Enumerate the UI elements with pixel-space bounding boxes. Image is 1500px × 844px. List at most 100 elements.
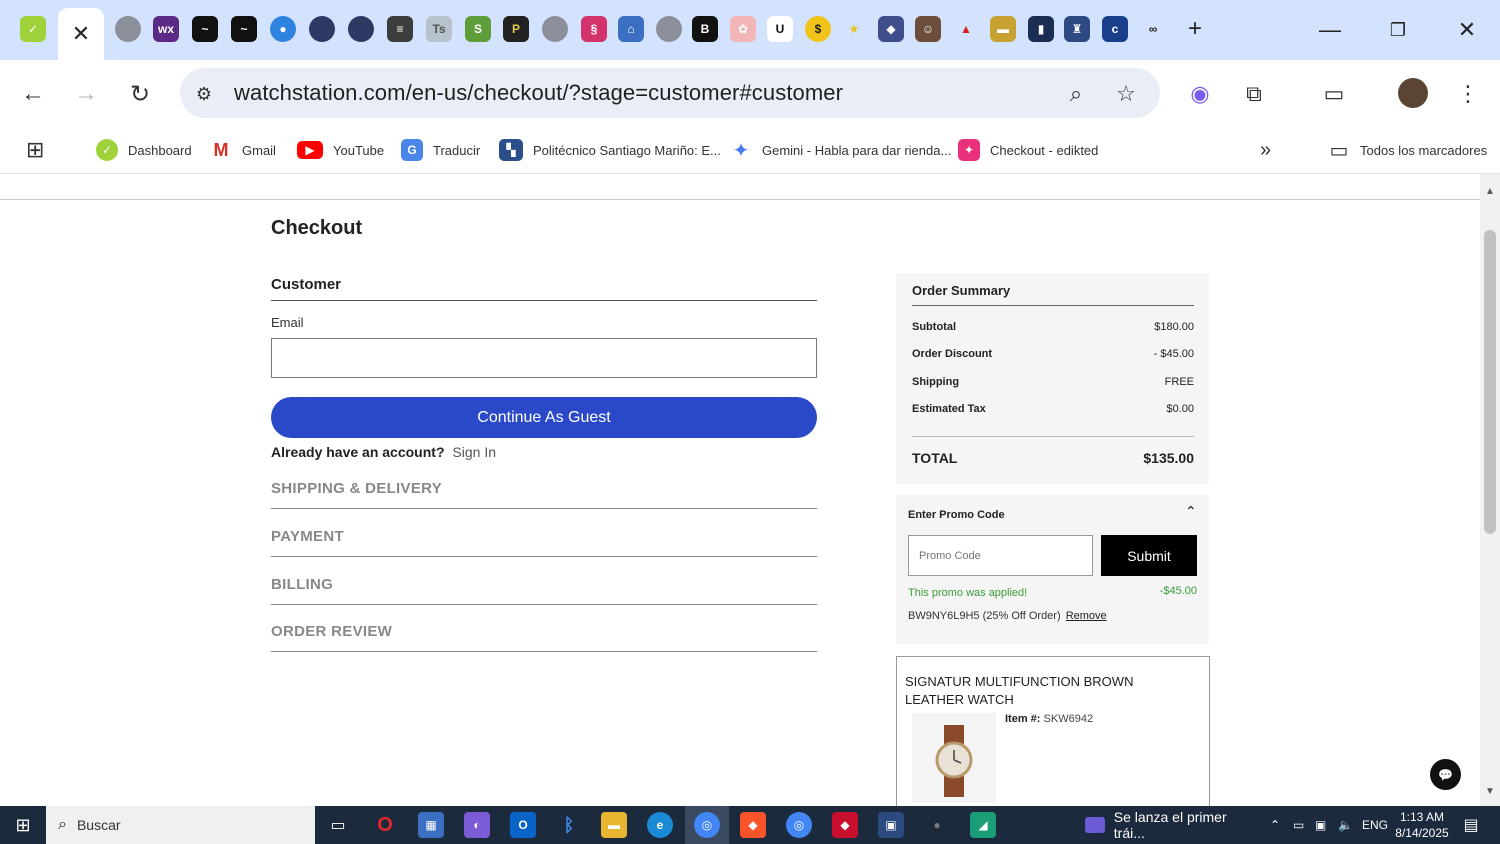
file-explorer-icon[interactable]: ▬	[601, 812, 627, 838]
promo-code-input[interactable]	[908, 535, 1093, 576]
cep-tab-icon[interactable]: c	[1102, 16, 1128, 42]
battery-icon[interactable]: ▭	[1293, 806, 1304, 844]
bookmark-gemini[interactable]: ✦ Gemini - Habla para dar rienda...	[730, 136, 952, 164]
outlook-icon[interactable]: O	[510, 812, 536, 838]
reload-icon[interactable]: ↻	[122, 76, 158, 112]
zoom-icon[interactable]: ⌕	[1060, 78, 1092, 110]
map-tab-icon[interactable]: ⌂	[618, 16, 644, 42]
news-widget[interactable]: Se lanza el primer trái...	[1085, 806, 1260, 844]
b-tab-icon[interactable]: B	[692, 16, 718, 42]
volume-icon[interactable]: 🔈	[1338, 806, 1353, 844]
bookmark-star-icon[interactable]: ☆	[1110, 78, 1142, 110]
ts-tab-icon[interactable]: Ts	[426, 16, 452, 42]
sign-in-link[interactable]: Sign In	[452, 444, 496, 460]
wix-tab-icon[interactable]: wx	[153, 16, 179, 42]
copilot-icon[interactable]: ◐	[464, 812, 490, 838]
globe-tab-icon[interactable]	[115, 16, 141, 42]
address-bar[interactable]: ⚙ watchstation.com/en-us/checkout/?stage…	[180, 68, 1160, 118]
wave-tab-icon[interactable]: ~	[192, 16, 218, 42]
start-button-icon[interactable]: ⊞	[0, 806, 46, 844]
seal-tab-icon[interactable]	[309, 16, 335, 42]
extension-icon[interactable]: ◉	[1184, 78, 1216, 110]
character-tab-icon[interactable]: ☺	[915, 16, 941, 42]
bluetooth-icon[interactable]: ᛒ	[556, 812, 582, 838]
chevron-up-tray-icon[interactable]: ⌃	[1270, 806, 1280, 844]
mask-tab-icon[interactable]: ∞	[1140, 16, 1166, 42]
all-bookmarks[interactable]: ▭ Todos los marcadores	[1328, 136, 1488, 164]
new-tab-icon[interactable]: +	[1182, 15, 1208, 42]
edge-icon[interactable]: e	[647, 812, 673, 838]
cast-icon[interactable]: ▭	[1318, 78, 1350, 110]
forward-arrow-icon[interactable]: →	[68, 76, 104, 112]
extensions-puzzle-icon[interactable]: ⧉	[1238, 78, 1270, 110]
opera-icon[interactable]: O	[372, 812, 398, 838]
news-tab-icon[interactable]: ≡	[387, 16, 413, 42]
page-scrollbar[interactable]: ▲ ▼	[1480, 174, 1500, 806]
active-tab[interactable]: ✕	[58, 8, 104, 60]
scroll-thumb[interactable]	[1484, 230, 1496, 534]
back-arrow-icon[interactable]: ←	[15, 76, 51, 112]
bookmark-politecnico[interactable]: ▚ Politécnico Santiago Mariño: E...	[499, 136, 721, 164]
site-settings-icon[interactable]: ⚙	[188, 78, 220, 110]
bookmark-traducir[interactable]: G Traducir	[401, 136, 480, 164]
close-tab-icon[interactable]: ✕	[72, 21, 90, 47]
step-billing[interactable]: BILLING	[271, 576, 817, 605]
pinned-tab-icon[interactable]: ✓	[20, 16, 46, 42]
globe-tab-icon-3[interactable]	[656, 16, 682, 42]
minimize-icon[interactable]: —	[1310, 12, 1350, 48]
red-app-icon[interactable]: ◆	[832, 812, 858, 838]
task-view-icon[interactable]: ▭	[325, 812, 351, 838]
bookmark-gmail[interactable]: M Gmail	[210, 136, 276, 164]
taskbar-search[interactable]: ⌕ Buscar	[46, 806, 315, 844]
scroll-down-icon[interactable]: ▼	[1484, 786, 1496, 798]
item-title[interactable]: SIGNATUR MULTIFUNCTION BROWN LEATHER WAT…	[905, 673, 1195, 709]
system-clock[interactable]: 1:13 AM 8/14/2025	[1393, 809, 1451, 841]
monitor-app-icon[interactable]: ▣	[878, 812, 904, 838]
adobe-tab-icon[interactable]: ▲	[953, 16, 979, 42]
more-bookmarks-icon[interactable]: »	[1260, 136, 1271, 164]
brave-icon[interactable]: ◆	[740, 812, 766, 838]
chrome-icon[interactable]: ◎	[694, 812, 720, 838]
pin-tab-icon[interactable]: ●	[270, 16, 296, 42]
seal-tab-icon-2[interactable]	[348, 16, 374, 42]
notification-icon[interactable]: ▤	[1460, 814, 1482, 836]
url-text[interactable]: watchstation.com/en-us/checkout/?stage=c…	[234, 80, 843, 106]
continue-as-guest-button[interactable]: Continue As Guest	[271, 397, 817, 438]
bookmark-dashboard[interactable]: ✓ Dashboard	[96, 136, 192, 164]
step-payment[interactable]: PAYMENT	[271, 528, 817, 557]
step-shipping[interactable]: SHIPPING & DELIVERY	[271, 480, 817, 509]
restore-icon[interactable]: ❐	[1378, 12, 1418, 48]
shopify-tab-icon[interactable]: S	[465, 16, 491, 42]
calculator-icon[interactable]: ▦	[418, 812, 444, 838]
watch-thumbnail[interactable]	[912, 713, 996, 803]
paz-tab-icon[interactable]: P	[503, 16, 529, 42]
star-tab-icon[interactable]: ★	[841, 16, 867, 42]
game-tab-icon[interactable]: ◆	[878, 16, 904, 42]
language-indicator[interactable]: ENG	[1362, 806, 1388, 844]
green-app-icon[interactable]: ◢	[970, 812, 996, 838]
tower-tab-icon[interactable]: ♜	[1064, 16, 1090, 42]
apps-grid-icon[interactable]: ⊞	[26, 136, 44, 164]
remove-promo-link[interactable]: Remove	[1066, 610, 1107, 622]
knot-tab-icon[interactable]: §	[581, 16, 607, 42]
chevron-up-icon[interactable]: ⌃	[1185, 503, 1197, 520]
step-order-review[interactable]: ORDER REVIEW	[271, 623, 817, 652]
bookmark-youtube[interactable]: ▶ YouTube	[297, 136, 384, 164]
network-icon[interactable]: ▣	[1315, 806, 1326, 844]
close-window-icon[interactable]: ✕	[1447, 12, 1487, 48]
bookmark-edikted[interactable]: ✦ Checkout - edikted	[958, 136, 1098, 164]
flower-tab-icon[interactable]: ✿	[730, 16, 756, 42]
promo-submit-button[interactable]: Submit	[1101, 535, 1197, 576]
door-tab-icon[interactable]: ▮	[1028, 16, 1054, 42]
menu-kebab-icon[interactable]: ⋮	[1452, 78, 1484, 110]
globe-tab-icon-2[interactable]	[542, 16, 568, 42]
profile-avatar[interactable]	[1398, 78, 1428, 108]
dollar-tab-icon[interactable]: $	[805, 16, 831, 42]
chrome-profile-icon[interactable]: ◎	[786, 812, 812, 838]
chat-bubble-icon[interactable]: 💬	[1430, 759, 1461, 790]
wave-tab-icon-2[interactable]: ~	[231, 16, 257, 42]
dark-app-icon[interactable]: ●	[924, 812, 950, 838]
email-field[interactable]	[271, 338, 817, 378]
train-tab-icon[interactable]: ▬	[990, 16, 1016, 42]
scroll-up-icon[interactable]: ▲	[1484, 186, 1496, 198]
